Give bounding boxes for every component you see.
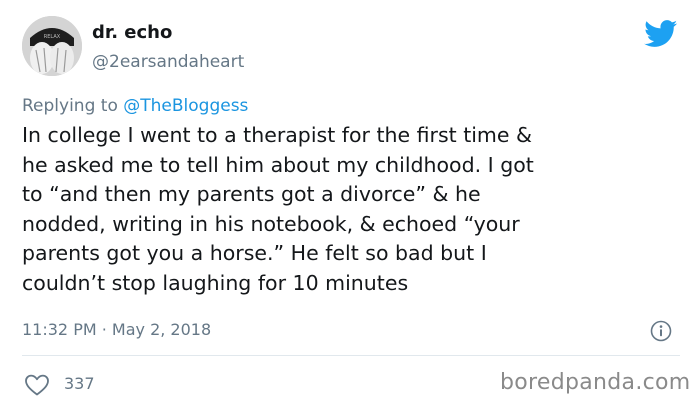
heart-icon[interactable] <box>24 373 50 397</box>
tweet-timestamp[interactable]: 11:32 PM · May 2, 2018 <box>22 320 211 339</box>
svg-text:RELAX: RELAX <box>44 34 61 40</box>
avatar-image: RELAX <box>22 16 82 76</box>
divider <box>22 355 680 356</box>
replying-to: Replying to @TheBloggess <box>22 96 248 116</box>
avatar[interactable]: RELAX <box>22 16 82 76</box>
watermark: boredpanda.com <box>500 370 691 395</box>
replying-to-label: Replying to <box>22 96 118 116</box>
info-icon[interactable] <box>650 320 672 342</box>
twitter-bird-icon[interactable] <box>644 20 678 48</box>
author-display-name[interactable]: dr. echo <box>92 22 172 43</box>
tweet-text: In college I went to a therapist for the… <box>22 123 534 295</box>
reply-mention-link[interactable]: @TheBloggess <box>123 96 248 116</box>
like-count: 337 <box>64 374 95 393</box>
author-handle[interactable]: @2earsandaheart <box>92 52 244 72</box>
